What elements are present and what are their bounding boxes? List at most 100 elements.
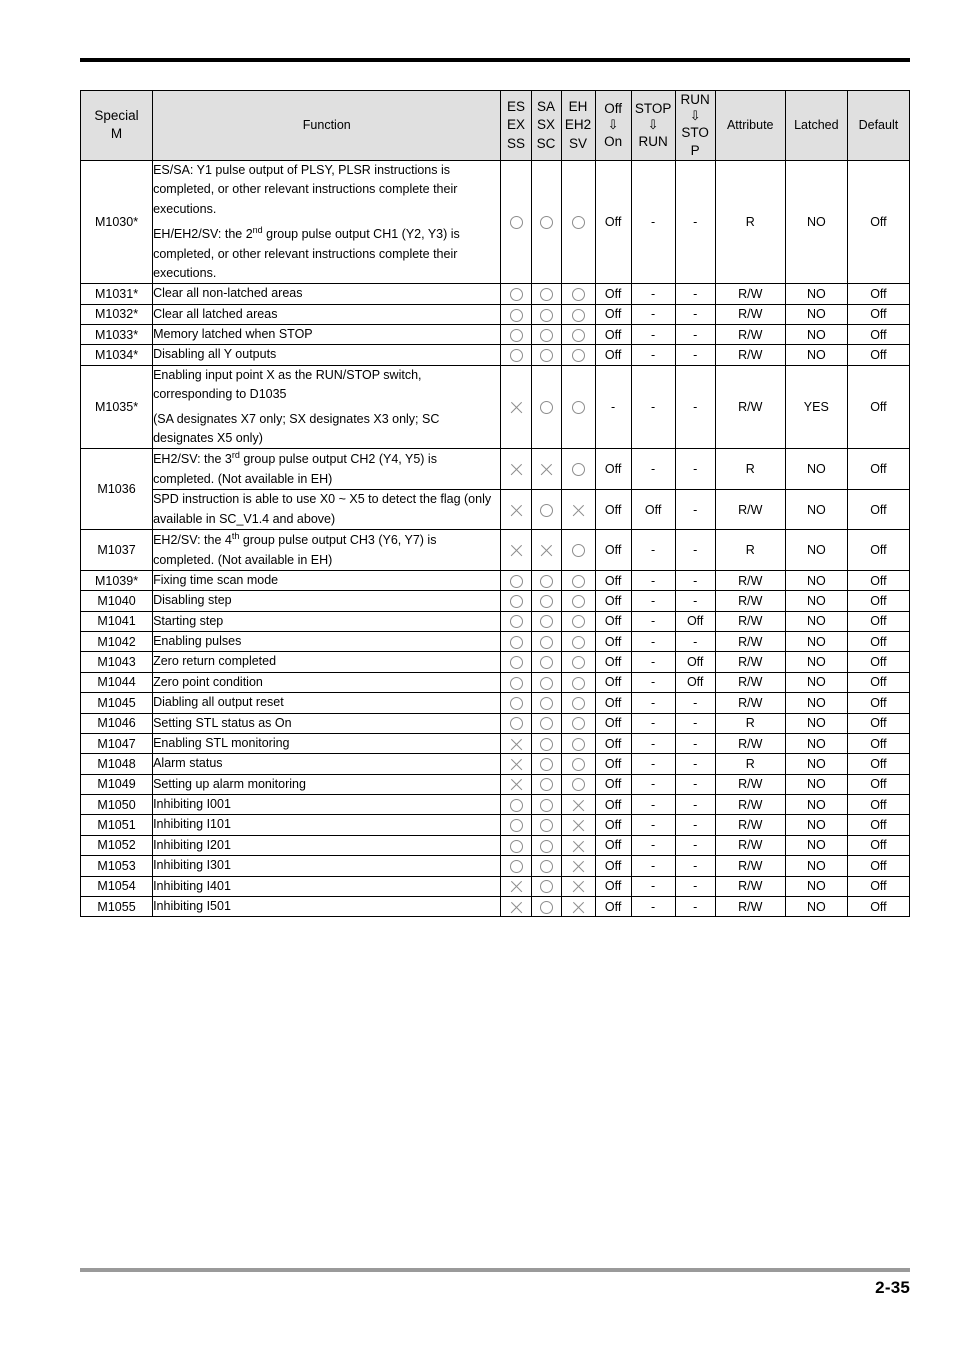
cross-icon [571,899,586,914]
cell-run-stop: - [674,712,716,734]
cell-eh [560,489,596,531]
cell-es [500,895,532,918]
function-paragraph: Inhibiting I101 [153,817,231,832]
cell-attribute: R/W [714,855,786,877]
circle-icon [571,595,585,609]
cell-run-stop: - [674,692,716,714]
circle-icon [539,737,553,751]
table-row: M1036 EH2/SV: the 3rd group pulse output … [79,448,911,531]
cell-stop-run: - [630,712,676,734]
cell-off-on: Off [594,610,632,633]
cell-sa [530,489,562,531]
circle-icon [509,676,523,690]
circle-icon [509,717,523,731]
cell-stop-run: - [630,529,676,571]
cell-special-m: M1031* [79,283,154,305]
cell-sa [530,671,562,694]
cell-es [500,732,532,755]
cell-sa [530,344,562,366]
cell-attribute: R/W [714,895,786,918]
cross-icon [509,543,524,558]
cell-off-on: Off [594,794,632,816]
cell-off-on: Off [594,283,632,305]
table-row: M1045 Diabling all output reset Off - - R/W NO… [79,692,911,714]
cell-default: Off [846,590,911,612]
cell-special-m: M1039* [79,569,154,592]
cell-sa [530,448,562,491]
function-paragraph: EH/EH2/SV: the 2nd group pulse output CH… [153,225,460,280]
circle-icon [509,859,523,873]
circle-icon [571,737,585,751]
cell-special-m: M1032* [79,303,154,326]
circle-icon [509,328,523,342]
cell-sa [530,159,562,285]
cell-function: Inhibiting I001 [152,794,502,816]
cell-es [500,671,532,694]
cell-off-on: - [594,364,632,450]
header-sa-line1: SA [537,99,556,115]
cell-es [500,855,532,877]
cell-function: Zero point condition [152,671,502,694]
cell-sa [530,794,562,816]
cell-attribute: R/W [714,875,786,897]
circle-icon [571,349,585,363]
cell-stop-run: - [630,855,676,877]
cell-default: Off [846,364,911,450]
cell-default: Off [846,794,911,816]
circle-icon [539,216,553,230]
cell-attribute: R/W [714,671,786,694]
cell-stop-run: - [630,753,676,775]
cell-default: Off [846,159,911,285]
cell-special-m: M1053 [79,855,154,877]
cell-eh [560,303,596,326]
cell-special-m: M1042 [79,631,154,653]
cell-special-m: M1047 [79,732,154,755]
cell-sa [530,692,562,714]
cell-attribute: R [714,753,786,775]
cell-attribute: R/W [714,651,786,673]
table-row: M1035* Enabling input point X as the RUN/… [79,364,911,450]
cell-sa [530,834,562,857]
function-paragraph: Alarm status [153,756,223,771]
cross-icon [571,502,586,517]
cell-off-on: Off [594,855,632,877]
cell-default: Off [846,489,911,531]
cell-eh [560,875,596,897]
cell-special-m: M1043 [79,651,154,673]
cell-stop-run: - [630,875,676,897]
cell-default: Off [846,692,911,714]
cell-default: Off [846,773,911,796]
circle-icon [571,574,585,588]
cross-icon [509,462,524,477]
cell-off-on: Off [594,303,632,326]
function-paragraph: Inhibiting I501 [153,898,231,913]
table-row: SPD instruction is able to use X0 ~ X5 t… [81,489,911,531]
cell-default: Off [846,529,911,571]
header-attribute: Attribute [714,90,786,161]
cell-latched: NO [784,344,848,366]
table-row: M1055 Inhibiting I501 Off - - R/W NO Off [79,895,911,918]
cell-default: Off [846,324,911,346]
cell-sa [530,753,562,775]
cell-latched: NO [784,283,848,305]
cell-run-stop: - [674,732,716,755]
circle-icon [571,463,585,477]
cell-special-m: M1040 [79,590,154,612]
circle-icon [539,798,553,812]
cell-attribute: R/W [714,732,786,755]
cell-stop-run: - [630,364,676,450]
cross-icon [571,797,586,812]
cell-special-m: M1051 [79,814,154,836]
cross-icon [539,543,554,558]
header-es-line3: SS [506,135,525,151]
header-special-m-line2: M [110,126,123,142]
function-paragraph: Enabling input point X as the RUN/STOP s… [153,367,422,402]
cell-off-on: Off [594,448,632,491]
cell-off-on: Off [594,631,632,653]
cell-default: Off [846,712,911,734]
cell-eh [560,159,596,285]
cell-latched: NO [784,529,848,571]
cross-icon [509,879,524,894]
cell-run-stop: - [674,159,716,285]
cell-eh [560,344,596,366]
